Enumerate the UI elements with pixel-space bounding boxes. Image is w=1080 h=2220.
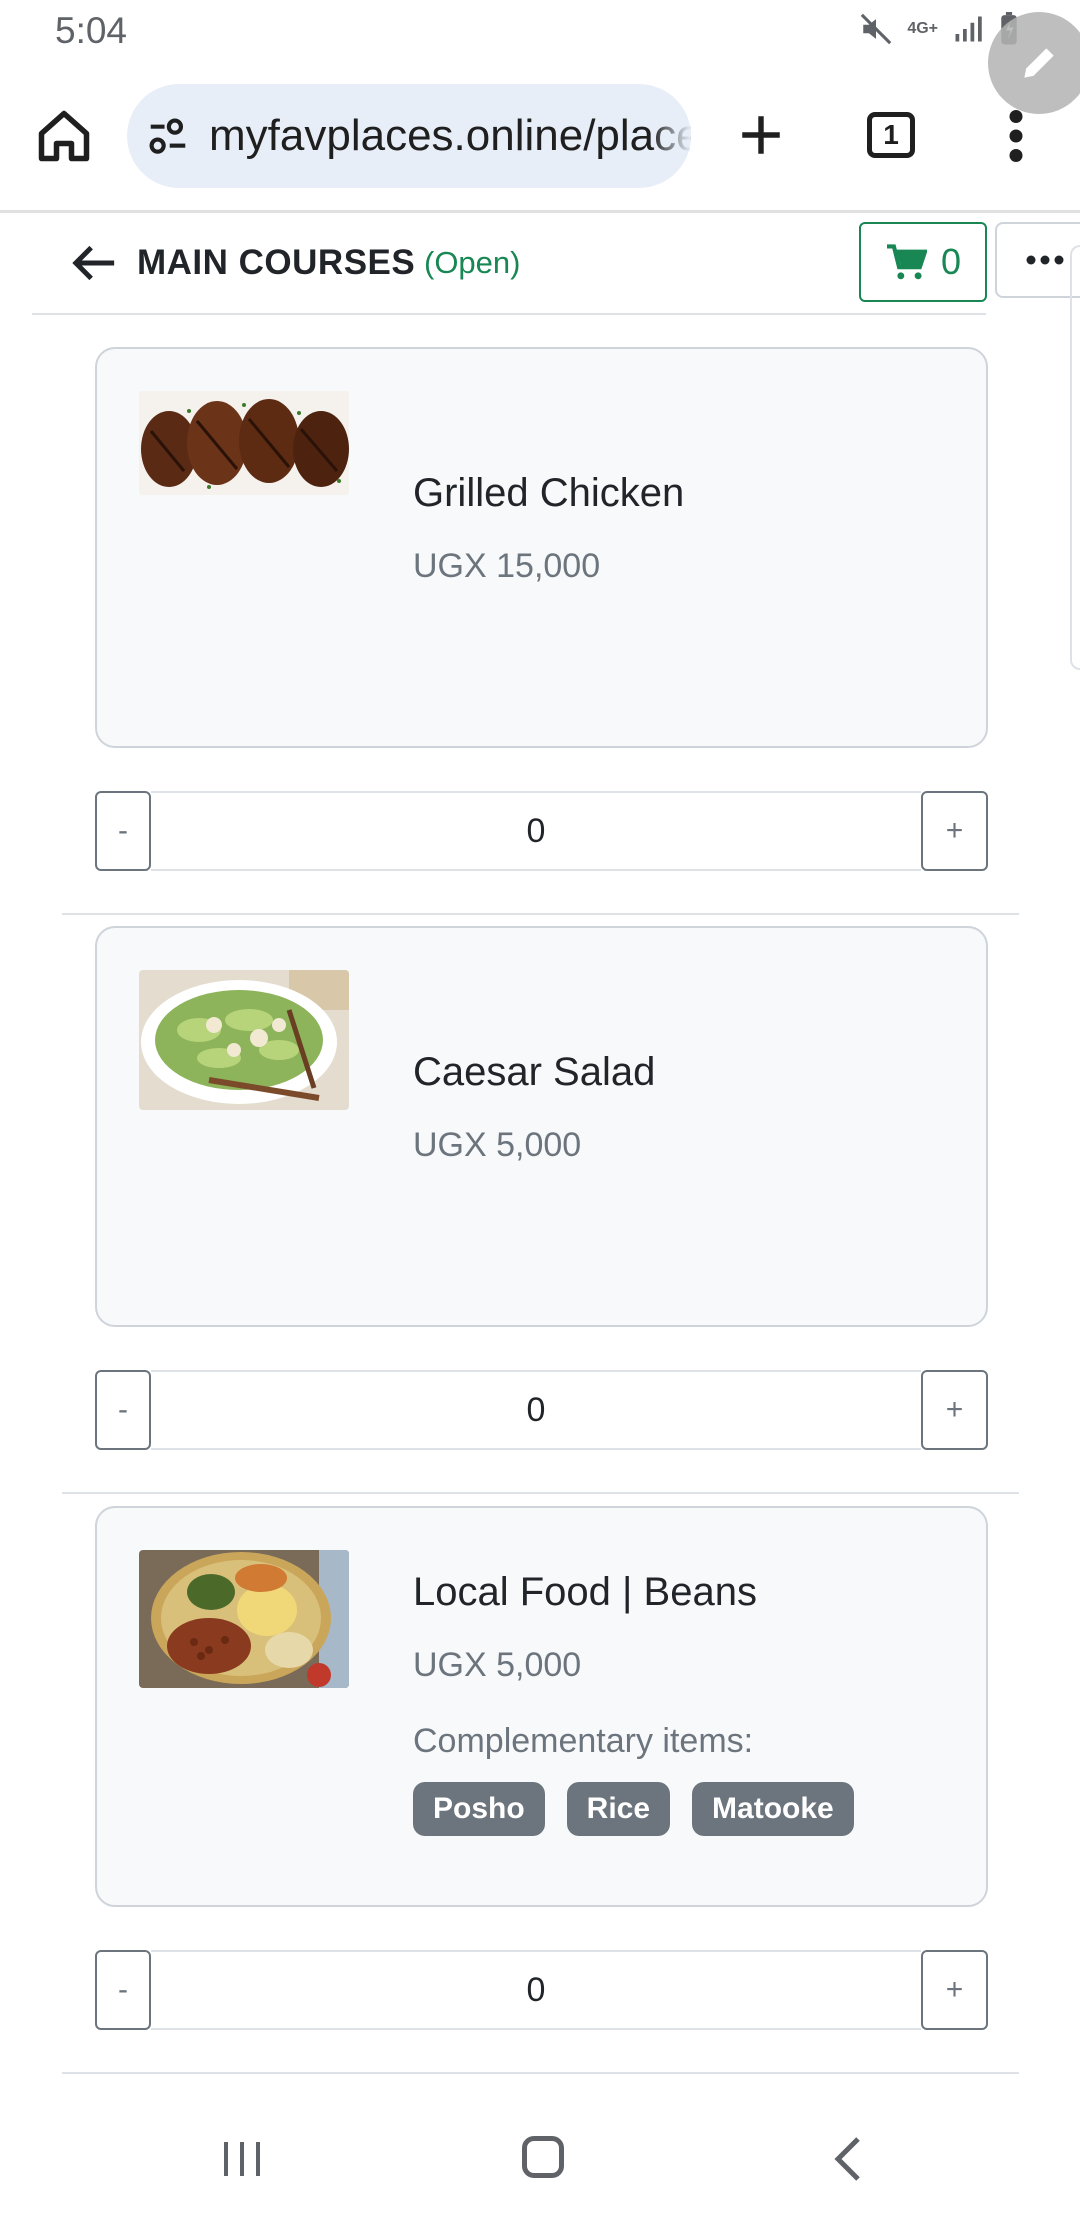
item-divider (62, 1492, 1019, 1494)
item-name: Caesar Salad (413, 1050, 656, 1094)
category-header: MAIN COURSES (Open) 0 (32, 215, 987, 315)
menu-item-card[interactable]: Caesar Salad UGX 5,000 (95, 926, 988, 1327)
back-nav-button[interactable] (832, 2136, 862, 2187)
item-divider (62, 913, 1019, 915)
home-nav-button[interactable] (522, 2136, 564, 2178)
decrease-quantity-button[interactable]: - (95, 791, 151, 871)
item-name: Grilled Chicken (413, 471, 685, 515)
decrease-quantity-button[interactable]: - (95, 1950, 151, 2030)
decrease-quantity-button[interactable]: - (95, 1370, 151, 1450)
status-bar: 5:04 4G+ (0, 0, 1080, 66)
item-price: UGX 15,000 (413, 547, 601, 585)
status-time: 5:04 (55, 10, 128, 51)
side-panel-edge (1070, 245, 1080, 670)
url-fade (651, 84, 691, 188)
menu-item-card[interactable]: Grilled Chicken UGX 15,000 (95, 347, 988, 748)
more-horiz-icon (1026, 255, 1064, 265)
network-type: 4G+ (907, 20, 938, 37)
mute-icon (861, 13, 892, 45)
increase-quantity-button[interactable]: + (921, 1950, 988, 2030)
item-divider (62, 2072, 1019, 2074)
quantity-input[interactable]: 0 (151, 1370, 921, 1450)
category-title: MAIN COURSES (137, 243, 416, 282)
home-icon (38, 110, 90, 162)
new-tab-button[interactable] (736, 110, 786, 160)
more-options-button[interactable] (995, 222, 1080, 298)
chevron-left-icon (834, 2137, 860, 2181)
cart-button[interactable]: 0 (859, 222, 987, 302)
quantity-input[interactable]: 0 (151, 1950, 921, 2030)
increase-quantity-button[interactable]: + (921, 1370, 988, 1450)
browser-toolbar: myfavplaces.online/places 1 (0, 80, 1080, 192)
tab-count: 1 (883, 119, 899, 150)
cart-icon (886, 244, 927, 280)
complementary-label: Complementary items: (413, 1722, 754, 1760)
increase-quantity-button[interactable]: + (921, 791, 988, 871)
site-settings-icon[interactable] (147, 118, 189, 156)
home-button[interactable] (34, 106, 94, 166)
edit-icon (1024, 48, 1054, 78)
url-text: myfavplaces.online/places (209, 111, 691, 160)
quantity-input[interactable]: 0 (151, 791, 921, 871)
complementary-badge: Matooke (692, 1782, 854, 1836)
grilled-chicken-image (139, 391, 349, 495)
item-price: UGX 5,000 (413, 1126, 582, 1164)
complementary-badge: Rice (566, 1782, 671, 1836)
address-bar[interactable]: myfavplaces.online/places (127, 84, 691, 188)
item-price: UGX 5,000 (413, 1646, 582, 1684)
open-status: (Open) (424, 245, 521, 280)
signal-icon (955, 16, 982, 42)
tab-switcher-button[interactable]: 1 (867, 112, 915, 158)
system-nav-bar (0, 2100, 1080, 2220)
caesar-salad-image (139, 970, 349, 1110)
menu-item-card[interactable]: Local Food | Beans UGX 5,000 Complementa… (95, 1506, 988, 1907)
recents-icon (224, 2142, 260, 2176)
complementary-badges: Posho Rice Matooke (413, 1782, 854, 1836)
recents-button[interactable] (222, 2140, 262, 2183)
more-vert-icon (1009, 110, 1023, 162)
quantity-stepper: - 0 + (95, 1950, 988, 2030)
quantity-stepper: - 0 + (95, 791, 988, 871)
quantity-stepper: - 0 + (95, 1370, 988, 1450)
local-food-beans-image (139, 1550, 349, 1688)
plus-icon (742, 116, 780, 154)
arrow-left-icon (72, 245, 115, 281)
toolbar-divider (0, 210, 1080, 213)
back-button[interactable] (72, 243, 118, 288)
browser-menu-button[interactable] (1004, 110, 1028, 162)
item-name: Local Food | Beans (413, 1570, 757, 1614)
complementary-badge: Posho (413, 1782, 545, 1836)
cart-count: 0 (940, 241, 962, 282)
